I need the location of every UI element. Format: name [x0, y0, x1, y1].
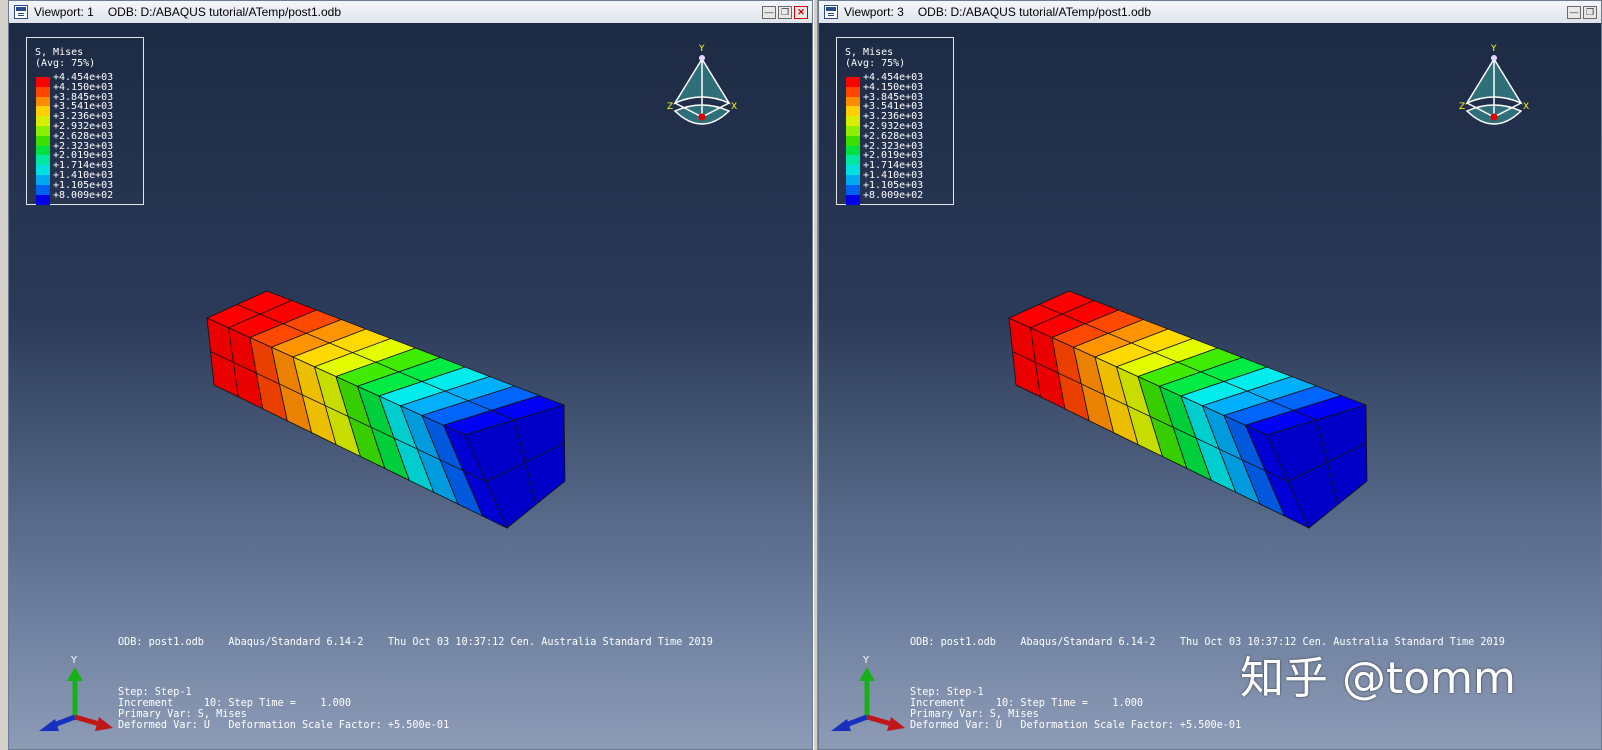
- step-info: Step: Step-1 Increment 10: Step Time = 1…: [118, 687, 449, 731]
- y-arrowhead: [67, 667, 83, 681]
- viewport-3-odb-path: ODB: D:/ABAQUS tutorial/ATemp/post1.odb: [917, 5, 1152, 19]
- viewport-1[interactable]: Viewport: 1 ODB: D:/ABAQUS tutorial/ATem…: [8, 0, 813, 750]
- viewport-3-titlebar[interactable]: Viewport: 3 ODB: D:/ABAQUS tutorial/ATem…: [819, 1, 1601, 24]
- viewport-1-title: Viewport: 1: [34, 5, 94, 19]
- x-arrowhead: [95, 717, 113, 731]
- y-arrowhead: [859, 667, 875, 681]
- csys-graphic: Y: [39, 655, 113, 731]
- csys-y-label: Y: [862, 655, 870, 666]
- step-label: Step: Step-1: [910, 687, 984, 698]
- minimize-button[interactable]: —: [762, 5, 776, 19]
- viewport-window-icon[interactable]: [14, 5, 28, 19]
- primary-var-label: Primary Var: S, Mises: [910, 709, 1039, 720]
- viewport-3-canvas[interactable]: S, Mises (Avg: 75%) +4.454e+03 +4.150e+03…: [819, 23, 1601, 749]
- step-info: Step: Step-1 Increment 10: Step Time = 1…: [910, 687, 1241, 731]
- coordinate-system-triad: Y: [819, 651, 919, 735]
- increment-label: Increment 10: Step Time = 1.000: [118, 698, 352, 709]
- deformed-var-label: Deformed Var: U Deformation Scale Factor…: [910, 720, 1242, 731]
- viewport-1-titlebar[interactable]: Viewport: 1 ODB: D:/ABAQUS tutorial/ATem…: [9, 1, 812, 24]
- csys-y-label: Y: [70, 655, 78, 666]
- coordinate-system-triad: Y: [27, 651, 127, 735]
- x-arrowhead: [887, 717, 905, 731]
- deformed-var-label: Deformed Var: U Deformation Scale Factor…: [118, 720, 450, 731]
- viewport-3-title: Viewport: 3: [844, 5, 904, 19]
- z-arrowhead: [831, 719, 851, 731]
- restore-button[interactable]: ❐: [1583, 5, 1597, 19]
- viewport-window-icon[interactable]: [824, 5, 838, 19]
- primary-var-label: Primary Var: S, Mises: [118, 709, 247, 720]
- minimize-button[interactable]: —: [1567, 5, 1581, 19]
- viewport-3[interactable]: Viewport: 3 ODB: D:/ABAQUS tutorial/ATem…: [818, 0, 1602, 750]
- csys-graphic: Y: [831, 655, 905, 731]
- restore-button[interactable]: ❐: [778, 5, 792, 19]
- watermark: 知乎 @tomm: [1240, 653, 1516, 704]
- step-label: Step: Step-1: [118, 687, 192, 698]
- increment-label: Increment 10: Step Time = 1.000: [910, 698, 1144, 709]
- z-arrowhead: [39, 719, 59, 731]
- close-button[interactable]: ✕: [794, 5, 808, 19]
- viewport-1-odb-path: ODB: D:/ABAQUS tutorial/ATemp/post1.odb: [107, 5, 342, 19]
- viewport-1-canvas[interactable]: S, Mises (Avg: 75%) +4.454e+03 +4.150e+03…: [9, 23, 812, 749]
- odb-info-header: ODB: post1.odb Abaqus/Standard 6.14-2 Th…: [118, 637, 713, 648]
